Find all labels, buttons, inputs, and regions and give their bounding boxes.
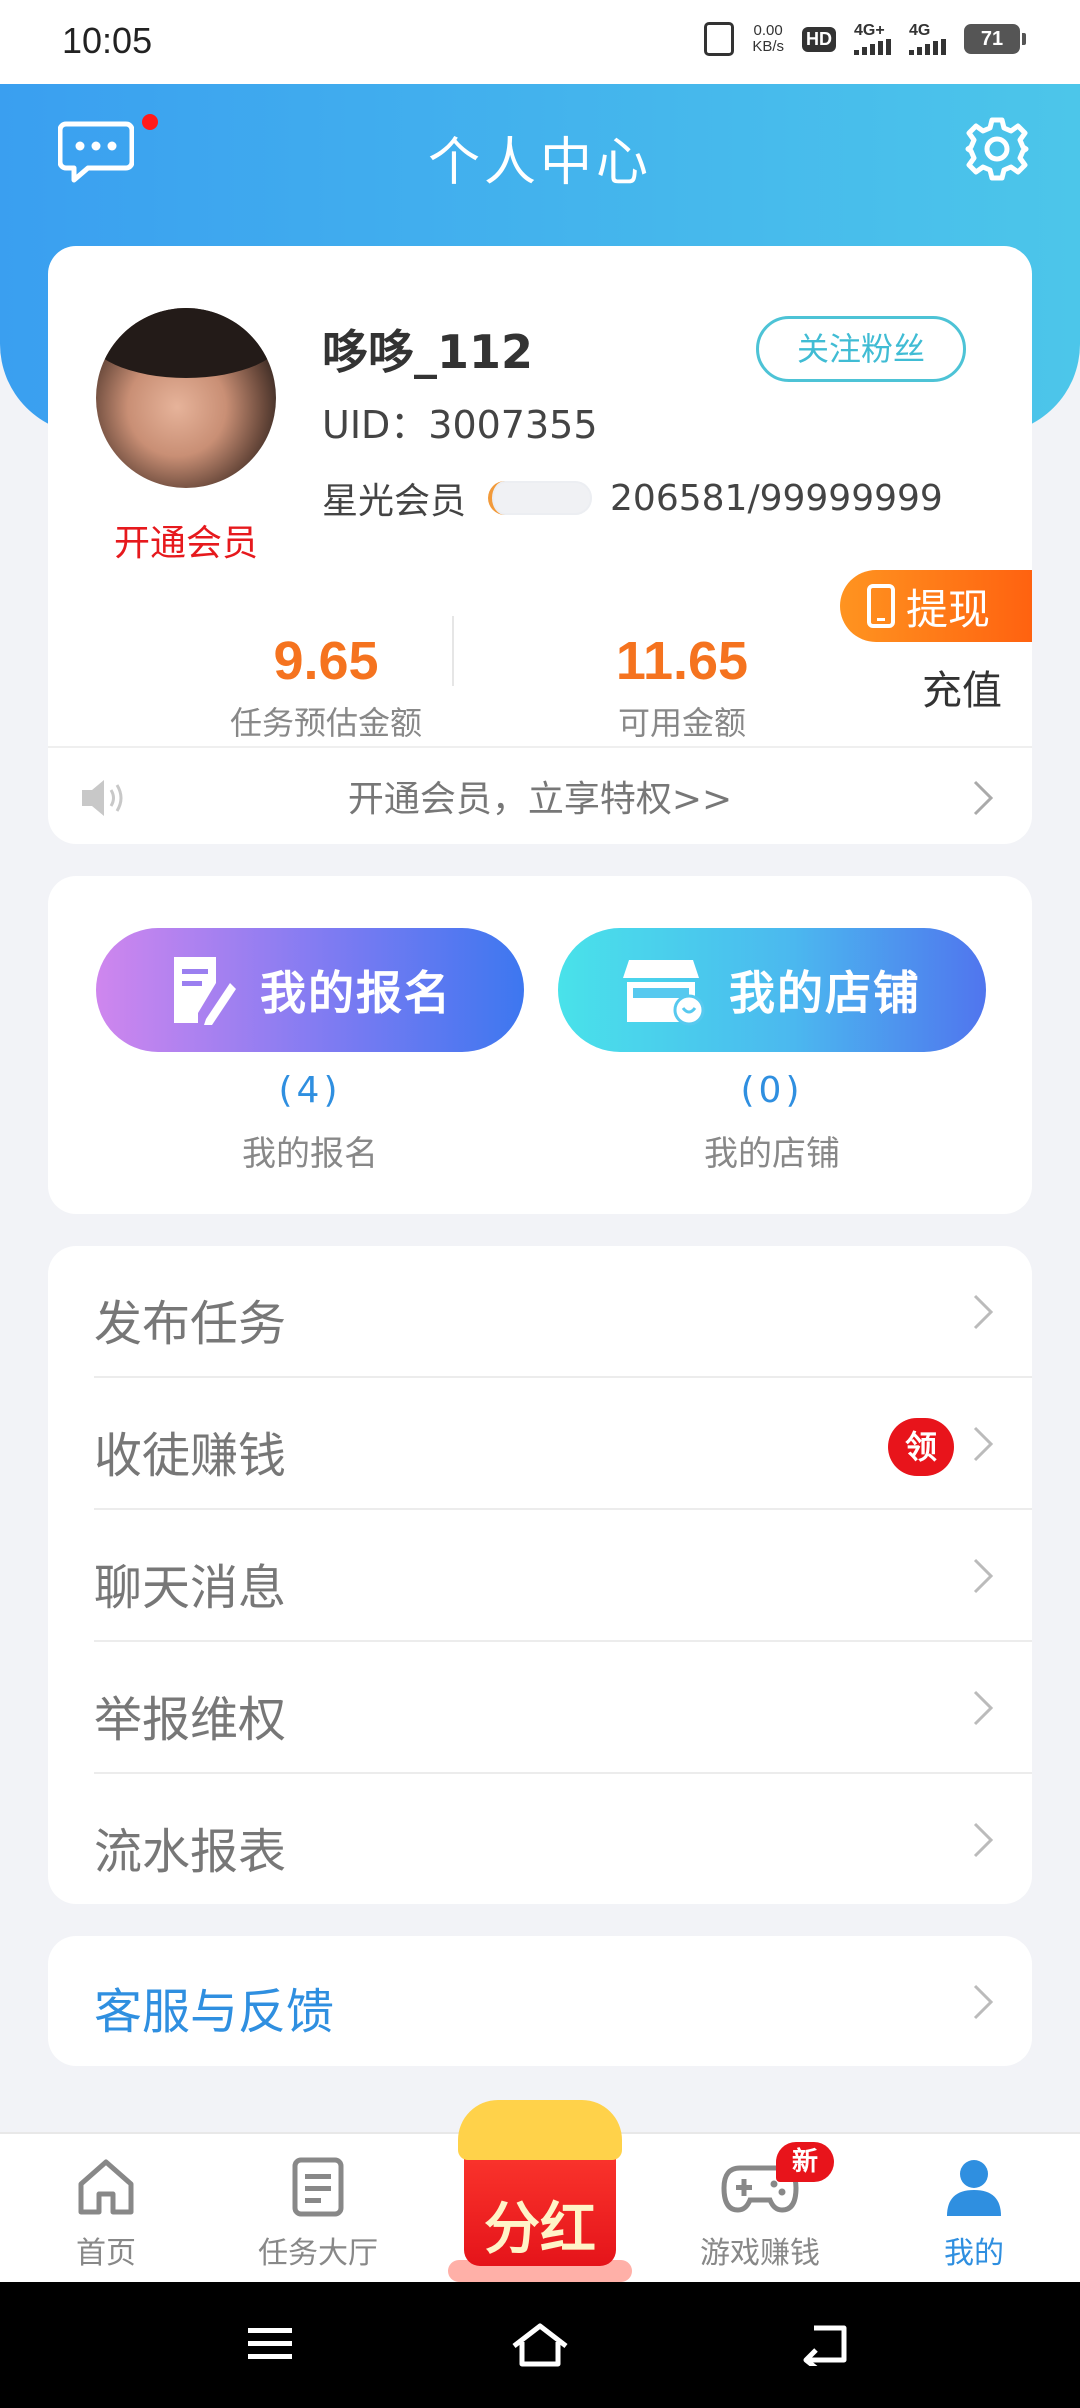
stat-value: 11.65 [615,631,749,691]
recharge-button[interactable]: 充值 [922,658,1002,716]
edit-form-icon [174,957,236,1025]
username: 哆哆_112 [322,325,534,379]
stat-divider [452,616,454,686]
chevron-right-icon [973,780,994,816]
customer-service-feedback[interactable]: 客服与反馈 [48,1936,1032,2066]
vip-notice-bar[interactable]: 开通会员，立享特权>> [48,746,1032,844]
menu-item-label: 发布任务 [94,1296,287,1352]
my-shop-label: 我的店铺 [729,966,921,1020]
red-envelope-coins [458,2100,622,2160]
chevron-right-icon [973,1294,994,1330]
nav-mine[interactable]: 我的 [894,2156,1054,2272]
status-icons: 0.00 KB/s HD 4G+ 4G 71 [704,22,1026,56]
menu-icon[interactable] [246,2322,294,2366]
menu-item-publish-task[interactable]: 发布任务 [94,1246,1032,1378]
menu-list: 发布任务 收徒赚钱 领 聊天消息 举报维权 流水报表 [48,1246,1032,1904]
member-level-label: 星光会员 [322,481,467,522]
chevron-right-icon [973,1822,994,1858]
open-vip-link[interactable]: 开通会员 [74,514,298,566]
menu-item-label: 举报维权 [94,1692,287,1748]
vibrate-icon [704,22,735,56]
signup-sub-label: 我的报名 [242,1134,378,1174]
new-badge: 新 [776,2142,834,2182]
nav-label: 我的 [944,2236,1004,2271]
phone-icon [867,584,895,628]
nav-label: 任务大厅 [258,2236,378,2271]
status-bar: 10:05 0.00 KB/s HD 4G+ 4G 71 [0,0,1080,84]
system-nav-bar [0,2282,1080,2408]
settings-gear-icon[interactable] [964,116,1030,182]
actions-card: 我的报名 我的店铺 (4) 我的报名 (0) 我的店铺 [48,876,1032,1214]
nav-home[interactable]: 首页 [26,2156,186,2272]
shop-count: (0) [740,1070,804,1111]
signal-sim2-icon: 4G [909,23,946,55]
net-speed-unit: KB/s [752,38,784,55]
my-signup-label: 我的报名 [260,966,452,1020]
menu-item-label: 流水报表 [94,1824,287,1880]
dividend-label: 分红 [484,2197,596,2262]
sim2-label: 4G [909,22,931,39]
avatar[interactable] [96,308,276,488]
member-progress-bar [488,481,593,515]
menu-item-recruit-earn[interactable]: 收徒赚钱 领 [94,1378,1032,1510]
menu-item-report-rights[interactable]: 举报维权 [94,1642,1032,1774]
menu-item-chat-messages[interactable]: 聊天消息 [94,1510,1032,1642]
nav-label: 游戏赚钱 [700,2236,820,2271]
dividend-red-envelope-button[interactable]: 分红 [448,2090,632,2282]
nav-task-hall[interactable]: 任务大厅 [238,2156,398,2272]
shop-sub-label: 我的店铺 [704,1134,840,1174]
stat-value: 9.65 [273,631,379,691]
message-icon[interactable] [58,120,134,184]
nav-label: 首页 [76,2236,136,2271]
signal-sim1-icon: 4G+ [854,23,891,55]
stat-available-amount[interactable]: 11.65 可用金额 [532,630,832,744]
stat-estimated-amount[interactable]: 9.65 任务预估金额 [176,630,476,744]
hd-icon: HD [802,26,836,52]
store-icon [623,960,705,1026]
my-shop-button[interactable]: 我的店铺 [558,928,986,1052]
net-speed: 0.00 KB/s [752,23,784,55]
back-icon[interactable] [800,2322,850,2366]
battery-icon: 71 [964,24,1026,54]
net-speed-value: 0.00 [753,22,783,39]
withdraw-label: 提现 [906,584,991,634]
claim-badge: 领 [888,1418,954,1476]
chevron-right-icon [973,1426,994,1462]
chevron-right-icon [973,1984,994,2020]
menu-item-label: 聊天消息 [94,1560,287,1616]
vip-notice-text: 开通会员，立享特权>> [347,779,733,820]
profile-card: 开通会员 哆哆_112 关注粉丝 UID：3007355 星光会员 206581… [48,246,1032,844]
page-title: 个人中心 [427,133,652,193]
user-icon [947,2160,1001,2216]
status-time: 10:05 [62,20,153,61]
stat-label: 任务预估金额 [229,704,422,742]
feedback-label: 客服与反馈 [94,1984,335,2040]
user-uid: UID：3007355 [322,403,598,447]
stat-label: 可用金额 [617,704,746,742]
chevron-right-icon [973,1690,994,1726]
chevron-right-icon [973,1558,994,1594]
task-list-icon [292,2157,344,2217]
home-button-icon[interactable] [510,2322,570,2370]
unread-dot [142,114,158,130]
sim1-label: 4G+ [854,22,885,39]
my-signup-button[interactable]: 我的报名 [96,928,524,1052]
follow-fans-button[interactable]: 关注粉丝 [756,316,966,382]
member-level-row: 星光会员 206581/99999999 [322,472,943,524]
menu-item-statements[interactable]: 流水报表 [94,1774,1032,1906]
menu-item-label: 收徒赚钱 [94,1428,287,1484]
home-icon [78,2159,134,2215]
member-progress-text: 206581/99999999 [610,477,943,519]
signup-count: (4) [278,1070,342,1111]
withdraw-button[interactable]: 提现 [840,570,1032,642]
